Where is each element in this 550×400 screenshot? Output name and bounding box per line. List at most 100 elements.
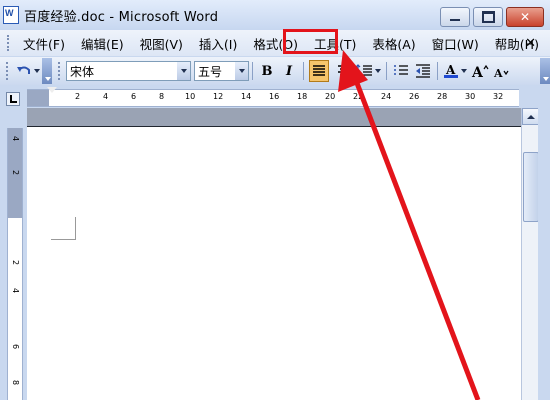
close-icon: ✕ xyxy=(519,10,531,24)
vruler-tick: 4 xyxy=(11,288,20,294)
ruler-tick: 26 xyxy=(409,92,420,101)
font-name-value: 宋体 xyxy=(70,64,95,79)
word-document-icon xyxy=(3,6,19,24)
align-icon xyxy=(338,65,346,76)
close-document-button[interactable]: ✕ xyxy=(525,36,536,51)
toolbar-options-chevron-right[interactable] xyxy=(540,58,550,84)
toolbar-grip[interactable] xyxy=(6,62,10,80)
vruler-tick: 8 xyxy=(11,380,20,386)
font-size-dropdown-button[interactable] xyxy=(235,62,248,80)
svg-text:A: A xyxy=(445,63,456,77)
font-color-dropdown-icon xyxy=(461,69,467,73)
justify-icon xyxy=(313,65,325,76)
grow-font-button[interactable]: A xyxy=(471,61,489,81)
scroll-thumb[interactable] xyxy=(523,152,539,222)
menu-insert[interactable]: 插入(I) xyxy=(195,34,241,53)
menu-view[interactable]: 视图(V) xyxy=(136,34,187,53)
toolbar-grip-2[interactable] xyxy=(58,62,62,80)
ruler-tick: 2 xyxy=(75,92,81,101)
horizontal-ruler[interactable]: 2 4 6 8 10 12 14 16 18 20 22 24 26 28 30… xyxy=(27,87,519,107)
text-boundary-corner xyxy=(51,217,76,240)
line-spacing-icon xyxy=(355,64,372,78)
svg-text:A: A xyxy=(471,65,484,79)
undo-dropdown-icon xyxy=(34,69,40,73)
numbered-list-icon xyxy=(394,65,408,75)
toolbar-separator xyxy=(303,62,304,80)
tab-selector[interactable] xyxy=(6,92,20,106)
grow-font-icon: A xyxy=(471,64,489,79)
ruler-tick: 24 xyxy=(381,92,392,101)
vruler-tick: 2 xyxy=(11,260,20,266)
toolbar-separator xyxy=(386,62,387,80)
ruler-tick: 16 xyxy=(269,92,280,101)
font-color-button[interactable]: A xyxy=(443,61,467,81)
italic-button[interactable]: I xyxy=(280,61,298,81)
ruler-row: 2 4 6 8 10 12 14 16 18 20 22 24 26 28 30… xyxy=(0,86,550,108)
shrink-font-button[interactable]: A xyxy=(493,61,511,81)
ruler-left-margin xyxy=(27,90,49,106)
ruler-tick: 28 xyxy=(437,92,448,101)
undo-icon xyxy=(17,66,30,74)
decrease-indent-button[interactable] xyxy=(414,61,432,81)
chevron-down-icon xyxy=(238,69,245,73)
window-title: 百度经验.doc - Microsoft Word xyxy=(24,9,219,25)
first-line-indent-marker[interactable] xyxy=(47,87,57,93)
font-size-select[interactable]: 五号 xyxy=(194,61,249,81)
ruler-tick: 32 xyxy=(493,92,504,101)
formatting-toolbar: 宋体 五号 B I A A A xyxy=(0,57,550,85)
vertical-scrollbar[interactable] xyxy=(521,108,539,400)
menu-edit[interactable]: 编辑(E) xyxy=(77,34,128,53)
ruler-tick: 30 xyxy=(465,92,476,101)
chevron-down-icon xyxy=(543,77,549,81)
document-area xyxy=(27,108,521,400)
ruler-tick: 20 xyxy=(325,92,336,101)
indent-icon xyxy=(416,64,430,78)
menu-grip[interactable] xyxy=(7,35,9,51)
chevron-up-icon xyxy=(526,114,535,119)
menu-file[interactable]: 文件(F) xyxy=(19,34,69,53)
chevron-down-icon xyxy=(45,77,51,81)
font-color-icon: A xyxy=(444,63,458,78)
ruler-tick: 10 xyxy=(185,92,196,101)
shrink-font-icon: A xyxy=(493,67,509,79)
font-size-value: 五号 xyxy=(198,64,223,79)
justify-button[interactable] xyxy=(309,60,329,82)
svg-text:A: A xyxy=(493,67,503,79)
ruler-tick: 22 xyxy=(353,92,364,101)
ruler-tick: 4 xyxy=(103,92,109,101)
minimize-icon xyxy=(450,19,460,21)
bold-button[interactable]: B xyxy=(258,61,276,81)
numbering-button[interactable] xyxy=(392,61,410,81)
menu-window[interactable]: 窗口(W) xyxy=(428,34,483,53)
font-name-dropdown-button[interactable] xyxy=(177,62,190,80)
maximize-icon xyxy=(481,11,495,23)
vruler-tick: 2 xyxy=(11,170,20,176)
tools-menu-highlight xyxy=(283,29,338,54)
ruler-tick: 8 xyxy=(159,92,165,101)
minimize-button[interactable] xyxy=(440,7,470,27)
scroll-up-button[interactable] xyxy=(522,108,539,125)
vruler-tick: 6 xyxy=(11,344,20,350)
vertical-ruler[interactable]: 4 2 2 4 6 8 xyxy=(7,128,23,400)
ruler-tick: 14 xyxy=(241,92,252,101)
menu-table[interactable]: 表格(A) xyxy=(368,34,419,53)
ruler-tick: 6 xyxy=(131,92,137,101)
line-spacing-button[interactable] xyxy=(355,61,381,81)
title-bar: 百度经验.doc - Microsoft Word ✕ xyxy=(0,0,550,30)
close-window-button[interactable]: ✕ xyxy=(506,7,544,27)
maximize-button[interactable] xyxy=(473,7,503,27)
toolbar-options-chevron[interactable] xyxy=(42,58,52,84)
undo-button[interactable] xyxy=(16,61,40,81)
document-page[interactable] xyxy=(27,127,521,400)
right-gutter xyxy=(538,86,550,400)
toolbar-separator xyxy=(252,62,253,80)
page-top-margin xyxy=(27,108,521,127)
ruler-tick: 12 xyxy=(213,92,224,101)
font-name-select[interactable]: 宋体 xyxy=(66,61,191,81)
toolbar-separator xyxy=(437,62,438,80)
line-spacing-dropdown-icon xyxy=(375,69,381,73)
menu-bar: 文件(F) 编辑(E) 视图(V) 插入(I) 格式(O) 工具(T) 表格(A… xyxy=(0,30,550,56)
window-controls: ✕ xyxy=(440,7,544,27)
align-right-button[interactable] xyxy=(333,61,351,81)
chevron-down-icon xyxy=(180,69,187,73)
